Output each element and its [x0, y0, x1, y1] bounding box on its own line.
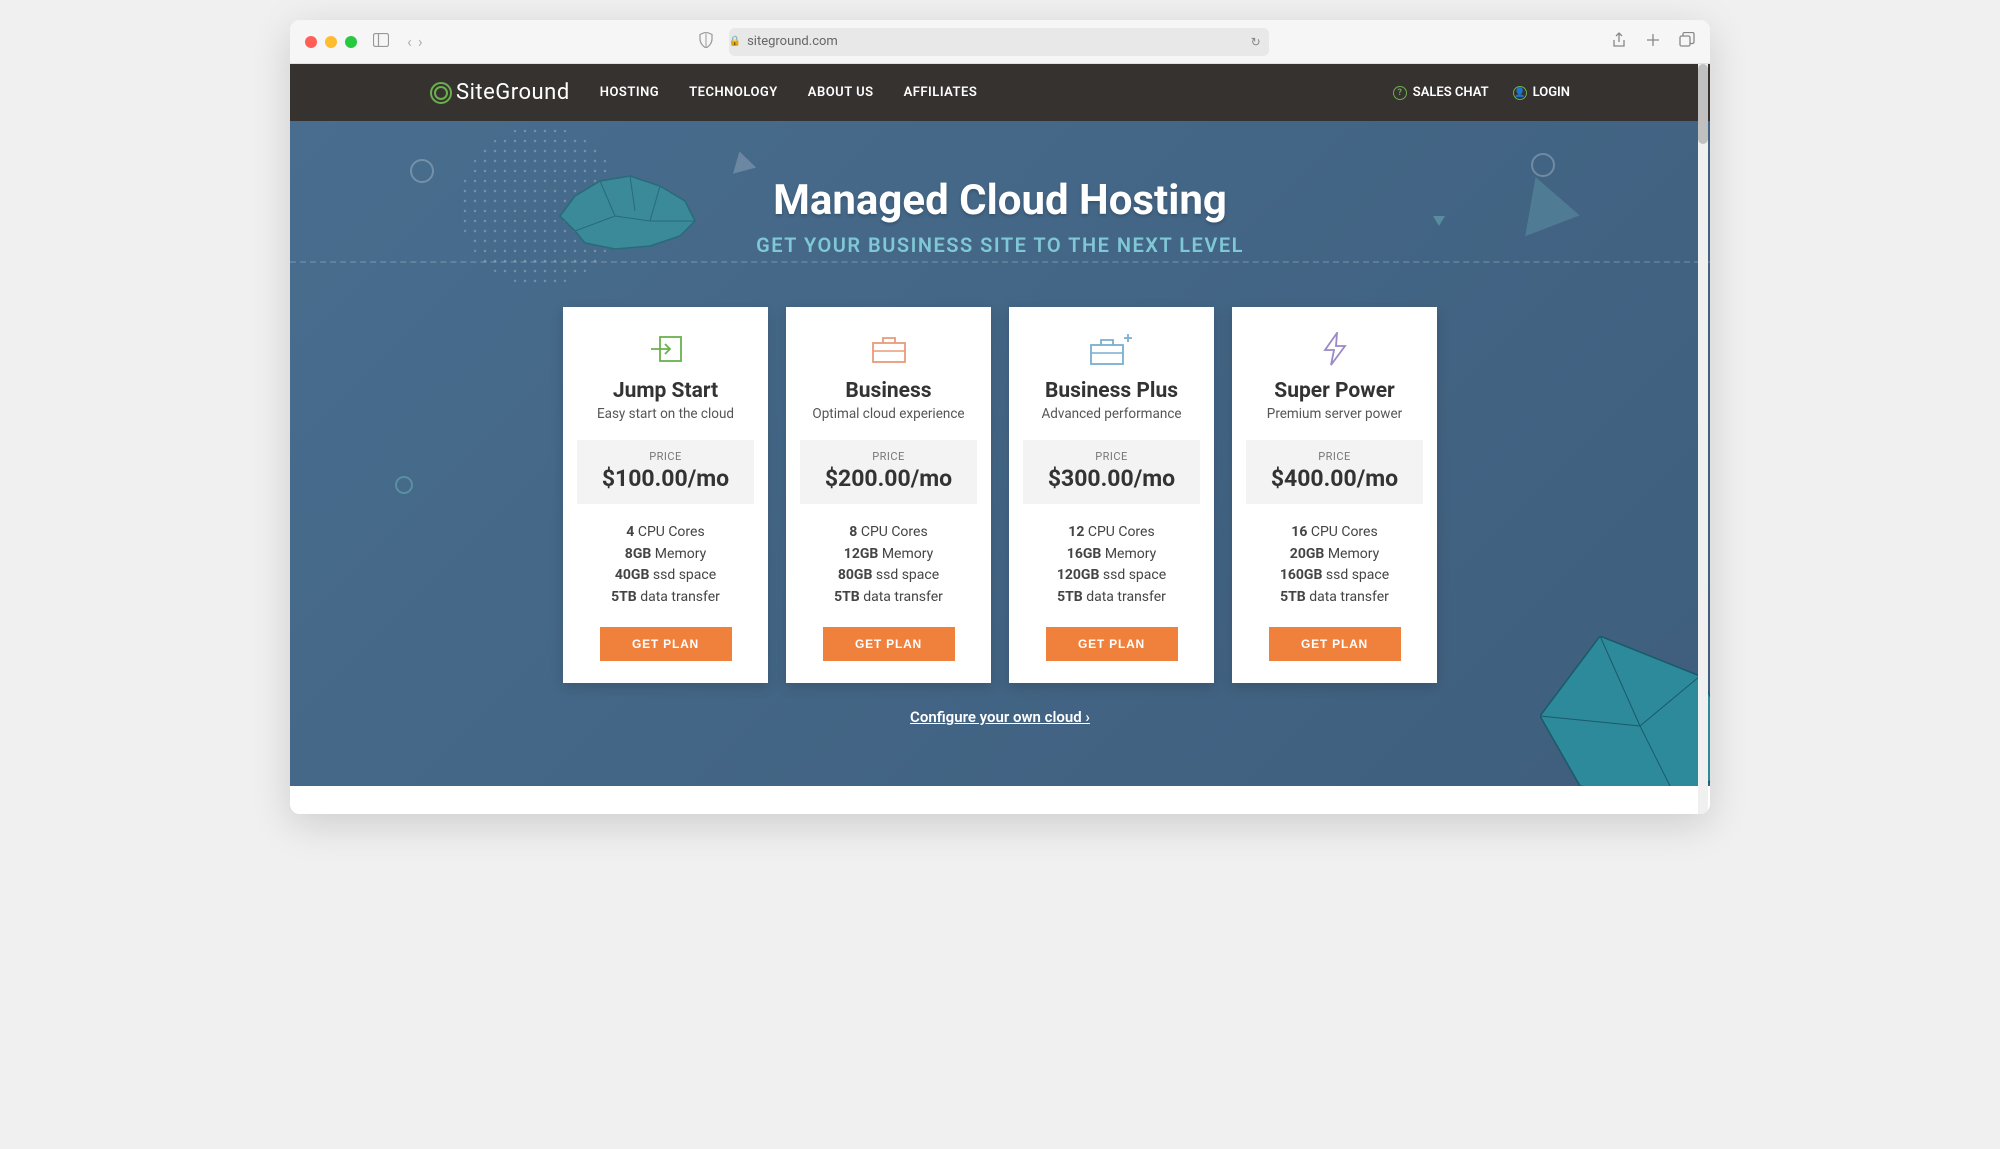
price-value: $300.00/mo [1023, 465, 1200, 492]
plan-tagline: Optimal cloud experience [800, 406, 977, 422]
site-header: SiteGround HOSTING TECHNOLOGY ABOUT US A… [290, 64, 1710, 121]
briefcase-icon [800, 331, 977, 367]
minimize-window-button[interactable] [325, 36, 337, 48]
refresh-icon[interactable]: ↻ [1251, 35, 1261, 49]
user-icon: 👤 [1513, 86, 1527, 100]
price-label: PRICE [800, 450, 977, 463]
configure-own-cloud-link[interactable]: Configure your own cloud › [910, 708, 1090, 726]
close-window-button[interactable] [305, 36, 317, 48]
browser-chrome: ‹ › 🔒 siteground.com ↻ [290, 20, 1710, 64]
deco-circle [1531, 153, 1555, 177]
plan-name: Business [800, 379, 977, 403]
deco-circle [395, 476, 413, 494]
scrollbar-thumb[interactable] [1698, 64, 1708, 144]
lock-icon: 🔒 [729, 36, 741, 47]
tabs-icon[interactable] [1679, 32, 1695, 52]
plan-tagline: Advanced performance [1023, 406, 1200, 422]
price-label: PRICE [1246, 450, 1423, 463]
nav-affiliates[interactable]: AFFILIATES [904, 85, 978, 100]
white-strip [290, 786, 1710, 814]
price-label: PRICE [1023, 450, 1200, 463]
browser-window: ‹ › 🔒 siteground.com ↻ [290, 20, 1710, 814]
plan-specs: 16 CPU Cores 20GB Memory 160GB ssd space… [1246, 522, 1423, 609]
plan-name: Super Power [1246, 379, 1423, 403]
arrow-box-icon [577, 331, 754, 367]
price-value: $400.00/mo [1246, 465, 1423, 492]
nav-hosting[interactable]: HOSTING [600, 85, 659, 100]
price-box: PRICE $100.00/mo [577, 440, 754, 504]
price-box: PRICE $400.00/mo [1246, 440, 1423, 504]
main-nav: HOSTING TECHNOLOGY ABOUT US AFFILIATES [600, 85, 978, 100]
hero-title: Managed Cloud Hosting [430, 176, 1570, 225]
logo-swirl-icon [430, 82, 452, 104]
share-icon[interactable] [1611, 32, 1627, 52]
login-label: LOGIN [1533, 85, 1570, 100]
chat-icon: ? [1393, 86, 1407, 100]
hero-subtitle: GET YOUR BUSINESS SITE TO THE NEXT LEVEL [430, 233, 1570, 257]
hero-section: Managed Cloud Hosting GET YOUR BUSINESS … [290, 121, 1710, 786]
url-bar[interactable]: 🔒 siteground.com ↻ [729, 28, 1269, 56]
plan-specs: 4 CPU Cores 8GB Memory 40GB ssd space 5T… [577, 522, 754, 609]
lightning-icon [1246, 331, 1423, 367]
get-plan-button[interactable]: GET PLAN [1269, 627, 1401, 661]
sidebar-toggle-icon[interactable] [373, 32, 389, 51]
privacy-shield-icon[interactable] [699, 32, 713, 52]
price-value: $100.00/mo [577, 465, 754, 492]
logo-text: SiteGround [456, 80, 570, 105]
sales-chat-link[interactable]: ? SALES CHAT [1393, 85, 1489, 100]
get-plan-button[interactable]: GET PLAN [1046, 627, 1178, 661]
url-text: siteground.com [747, 34, 838, 49]
price-box: PRICE $300.00/mo [1023, 440, 1200, 504]
sales-chat-label: SALES CHAT [1413, 85, 1489, 100]
plan-name: Jump Start [577, 379, 754, 403]
deco-triangle [728, 148, 756, 174]
page-content: SiteGround HOSTING TECHNOLOGY ABOUT US A… [290, 64, 1710, 814]
plan-specs: 12 CPU Cores 16GB Memory 120GB ssd space… [1023, 522, 1200, 609]
back-button[interactable]: ‹ [407, 32, 412, 51]
plan-tagline: Easy start on the cloud [577, 406, 754, 422]
new-tab-icon[interactable] [1645, 32, 1661, 52]
plan-card-business-plus: Business Plus Advanced performance PRICE… [1009, 307, 1214, 683]
plans-row: Jump Start Easy start on the cloud PRICE… [430, 307, 1570, 683]
logo[interactable]: SiteGround [430, 80, 570, 105]
nav-technology[interactable]: TECHNOLOGY [689, 85, 778, 100]
price-label: PRICE [577, 450, 754, 463]
login-link[interactable]: 👤 LOGIN [1513, 85, 1570, 100]
plan-name: Business Plus [1023, 379, 1200, 403]
scrollbar-track[interactable] [1698, 64, 1708, 814]
price-value: $200.00/mo [800, 465, 977, 492]
fullscreen-window-button[interactable] [345, 36, 357, 48]
forward-button[interactable]: › [418, 32, 423, 51]
nav-about-us[interactable]: ABOUT US [808, 85, 874, 100]
briefcase-plus-icon [1023, 331, 1200, 367]
plan-tagline: Premium server power [1246, 406, 1423, 422]
plan-card-super-power: Super Power Premium server power PRICE $… [1232, 307, 1437, 683]
get-plan-button[interactable]: GET PLAN [823, 627, 955, 661]
traffic-lights [305, 36, 357, 48]
plan-specs: 8 CPU Cores 12GB Memory 80GB ssd space 5… [800, 522, 977, 609]
price-box: PRICE $200.00/mo [800, 440, 977, 504]
get-plan-button[interactable]: GET PLAN [600, 627, 732, 661]
plan-card-business: Business Optimal cloud experience PRICE … [786, 307, 991, 683]
plan-card-jump-start: Jump Start Easy start on the cloud PRICE… [563, 307, 768, 683]
